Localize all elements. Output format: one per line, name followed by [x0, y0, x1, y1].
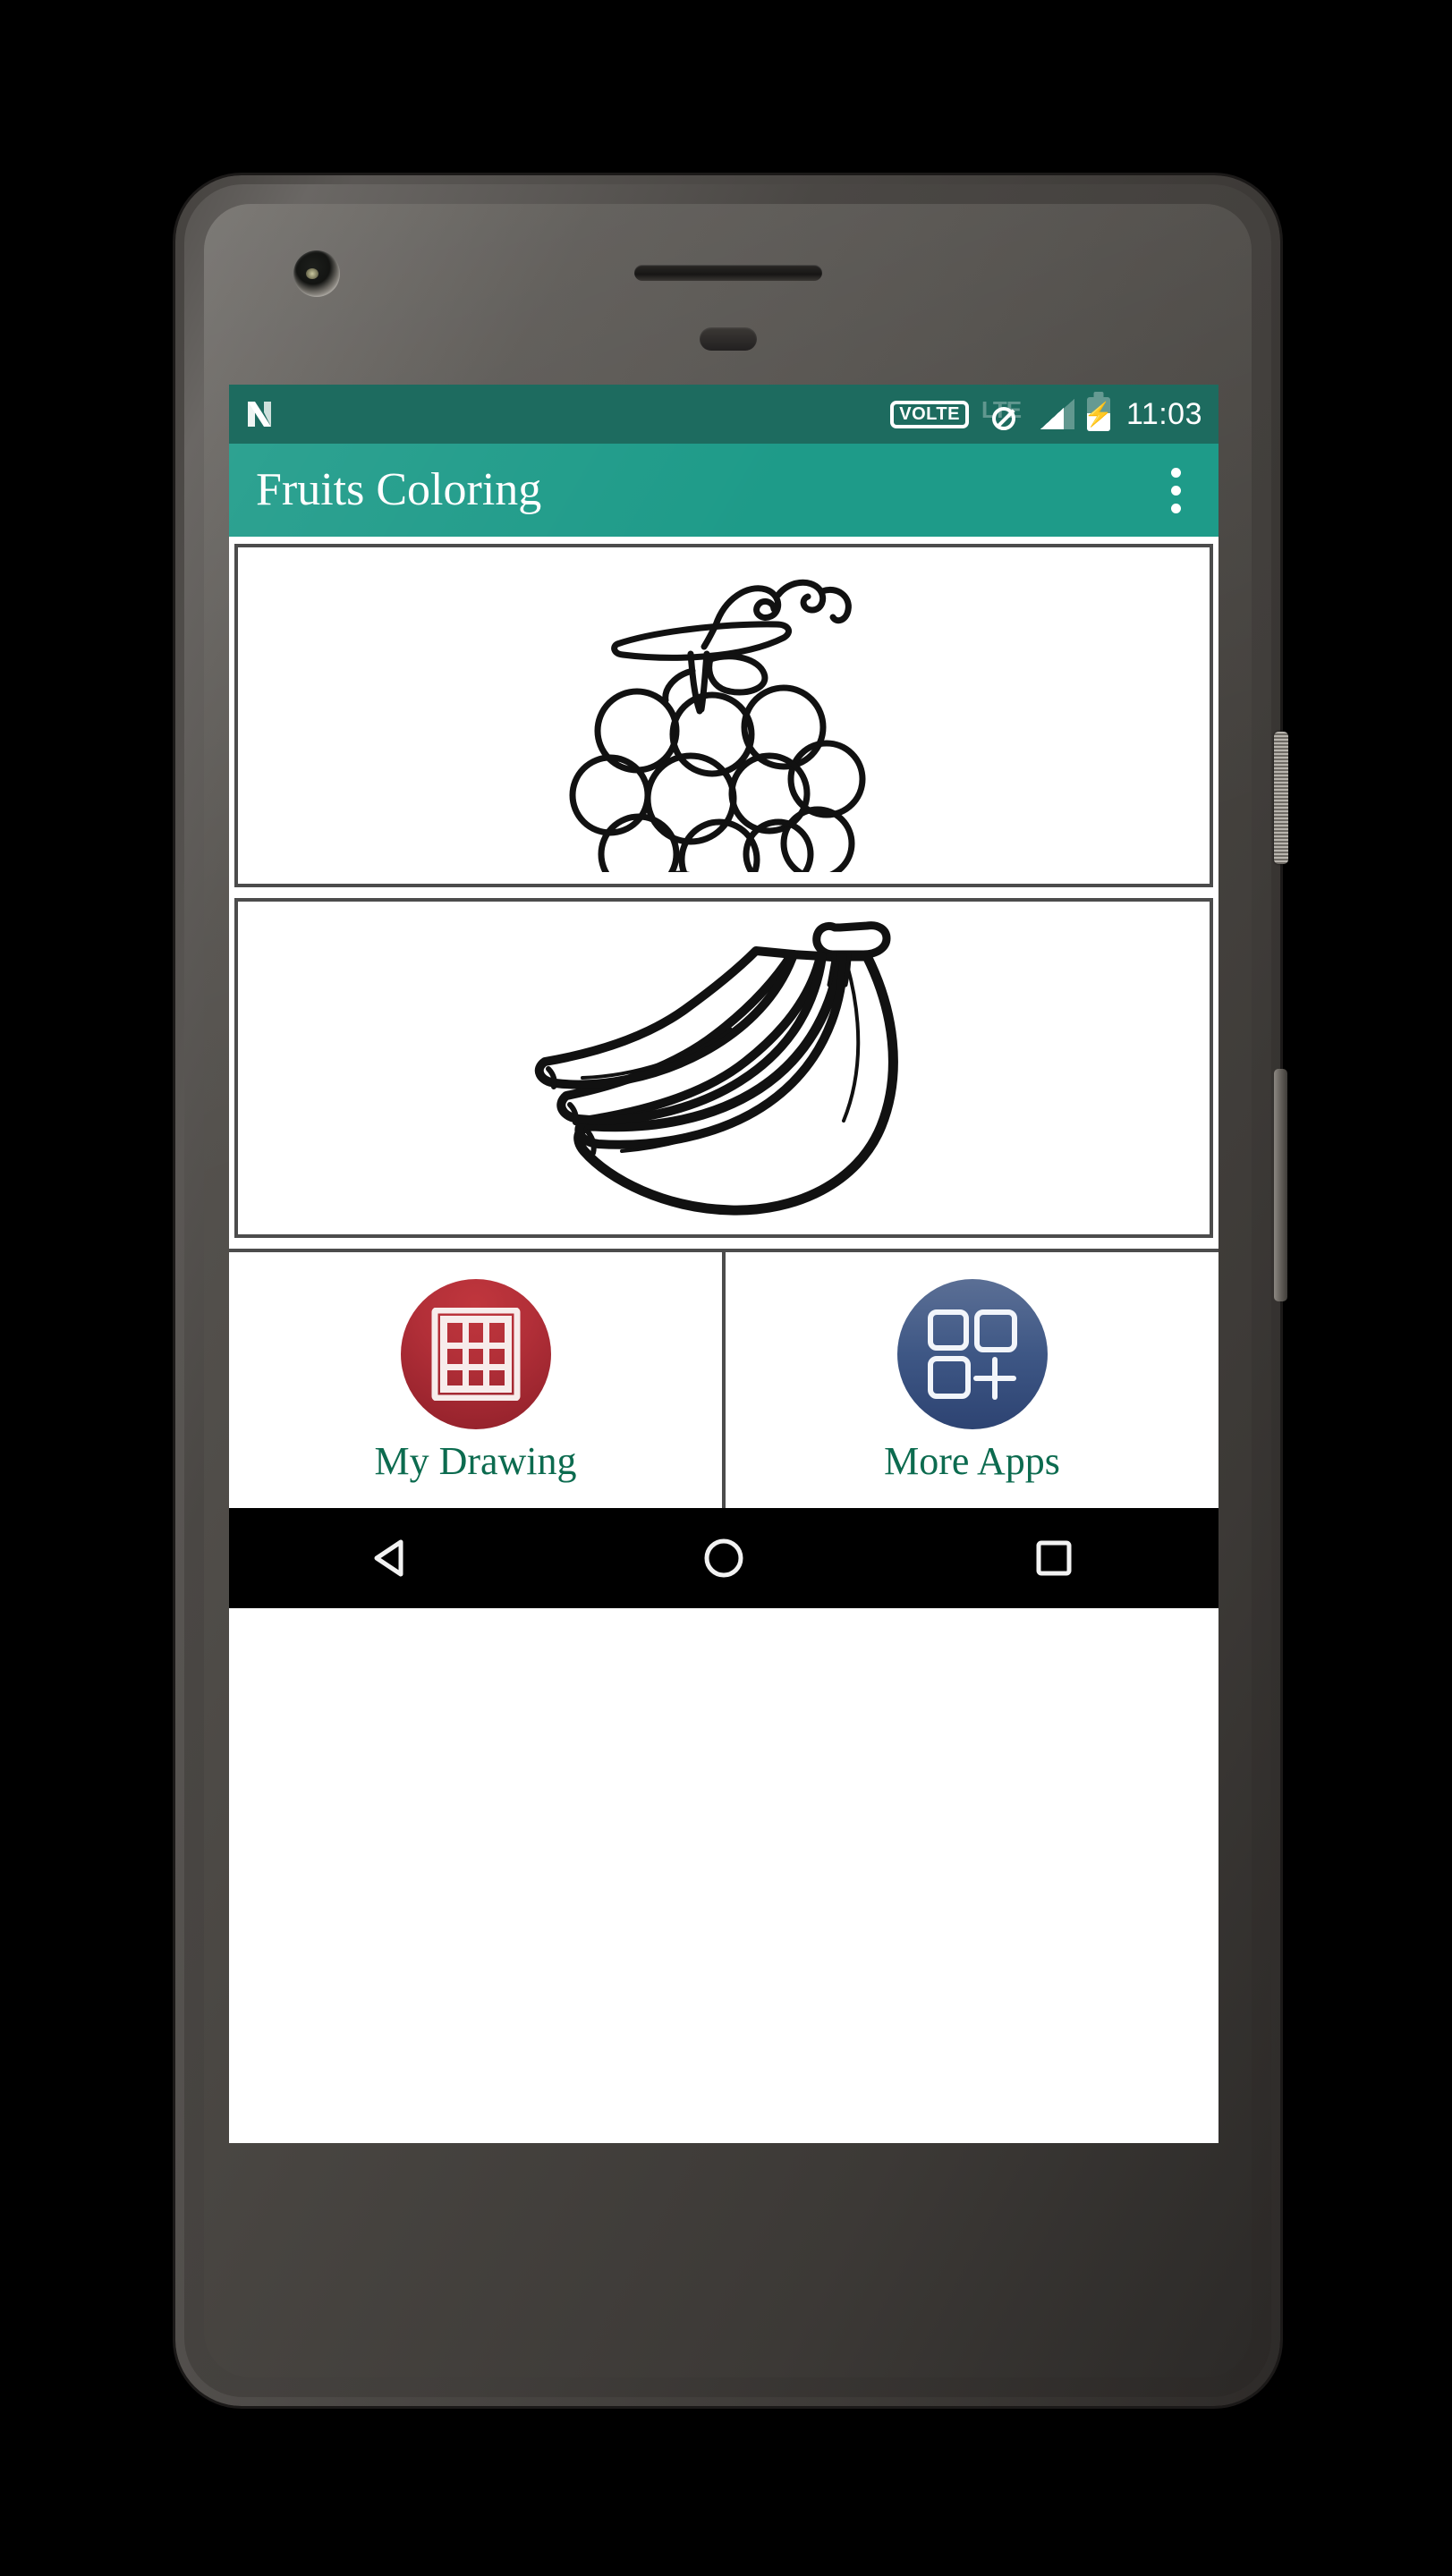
app-bar: Fruits Coloring — [229, 444, 1218, 537]
volte-badge: VOLTE — [890, 400, 969, 428]
android-nav-bar — [229, 1508, 1218, 1608]
overflow-menu-icon[interactable] — [1157, 461, 1195, 521]
nav-home-button[interactable] — [652, 1508, 795, 1608]
more-apps-label: More Apps — [884, 1439, 1060, 1483]
more-apps-button[interactable]: More Apps — [722, 1252, 1218, 1508]
battery-charging-icon: ⚡ — [1084, 397, 1113, 431]
status-bar: VOLTE LTE ⚡ 11:03 — [229, 385, 1218, 444]
android-n-logo-icon — [243, 396, 279, 432]
signal-bars-icon — [1040, 399, 1074, 429]
nav-back-button[interactable] — [322, 1508, 465, 1608]
coloring-card-grapes[interactable] — [234, 544, 1213, 887]
bananas-outline-icon — [473, 911, 974, 1224]
my-drawing-button[interactable]: My Drawing — [229, 1252, 722, 1508]
my-drawing-label: My Drawing — [374, 1439, 577, 1483]
front-camera-icon — [293, 250, 340, 297]
screenshot-stage: VOLTE LTE ⚡ 11:03 Fruits Coloring My Dra… — [0, 0, 1452, 2576]
power-button[interactable] — [1274, 732, 1288, 864]
nav-recents-button[interactable] — [982, 1508, 1125, 1608]
lte-no-data-icon: LTE — [981, 396, 1028, 432]
status-bar-clock: 11:03 — [1125, 396, 1202, 431]
grid-frame-icon — [400, 1279, 551, 1429]
no-data-slash-icon — [991, 407, 1015, 430]
proximity-sensor-icon — [699, 327, 757, 351]
coloring-card-bananas[interactable] — [234, 898, 1213, 1238]
grapes-outline-icon — [558, 559, 889, 872]
coloring-list — [229, 537, 1218, 1238]
apps-plus-icon — [896, 1279, 1048, 1429]
phone-screen: VOLTE LTE ⚡ 11:03 Fruits Coloring My Dra… — [229, 385, 1218, 2143]
page-title: Fruits Coloring — [256, 464, 542, 515]
earpiece-speaker-icon — [633, 265, 822, 281]
bottom-action-bar: My Drawing More Apps — [229, 1249, 1218, 1508]
volume-rocker-button[interactable] — [1274, 1069, 1287, 1301]
status-bar-icons: VOLTE LTE ⚡ 11:03 — [890, 396, 1202, 432]
